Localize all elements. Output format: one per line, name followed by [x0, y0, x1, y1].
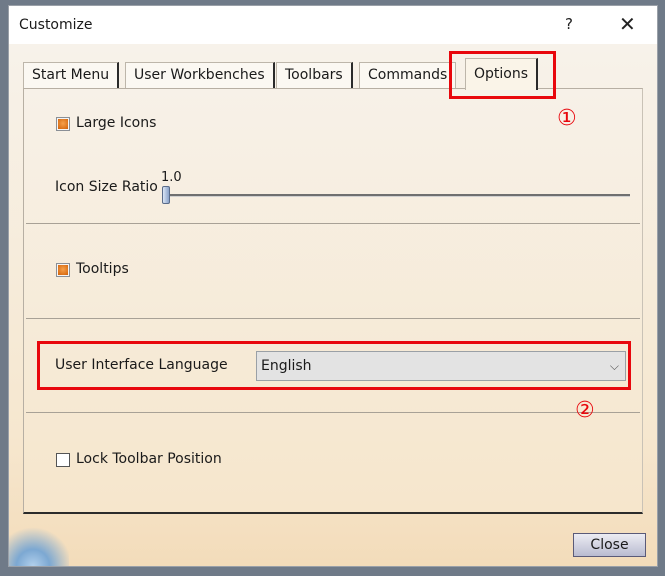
language-label: User Interface Language [55, 357, 228, 373]
tab-commands[interactable]: Commands [359, 62, 457, 88]
language-selected-value: English [261, 358, 312, 374]
tab-options[interactable]: Options [465, 58, 539, 90]
icon-size-ratio-slider[interactable] [162, 186, 170, 204]
lock-toolbar-checkbox[interactable] [56, 453, 70, 467]
customize-dialog: Customize ? ✕ Start Menu User Workbenche… [8, 5, 658, 567]
tooltips-checkbox[interactable] [56, 263, 70, 277]
lock-toolbar-label: Lock Toolbar Position [76, 451, 222, 467]
title-bar: Customize ? ✕ [9, 6, 657, 44]
icon-size-ratio-label: Icon Size Ratio [55, 179, 158, 195]
globe-decoration [9, 524, 69, 566]
dialog-title: Customize [19, 17, 93, 33]
language-select[interactable]: English ⌵ [256, 351, 626, 381]
divider [26, 318, 640, 319]
close-button[interactable]: Close [573, 533, 646, 557]
annotation-marker-2: ② [575, 398, 595, 423]
large-icons-checkbox[interactable] [56, 117, 70, 131]
chevron-down-icon: ⌵ [609, 359, 619, 373]
annotation-marker-1: ① [557, 106, 577, 131]
divider [26, 412, 640, 413]
tooltips-label: Tooltips [76, 261, 129, 277]
large-icons-label: Large Icons [76, 115, 157, 131]
close-icon[interactable]: ✕ [619, 12, 636, 36]
tab-toolbars[interactable]: Toolbars [276, 62, 353, 88]
tab-start-menu[interactable]: Start Menu [23, 62, 120, 88]
icon-size-ratio-value: 1.0 [161, 170, 182, 185]
divider [26, 223, 640, 224]
help-button[interactable]: ? [565, 15, 573, 33]
icon-size-ratio-track[interactable] [168, 194, 630, 197]
options-panel: Large Icons Icon Size Ratio 1.0 Tooltips… [23, 88, 643, 514]
tab-user-workbenches[interactable]: User Workbenches [125, 62, 275, 88]
